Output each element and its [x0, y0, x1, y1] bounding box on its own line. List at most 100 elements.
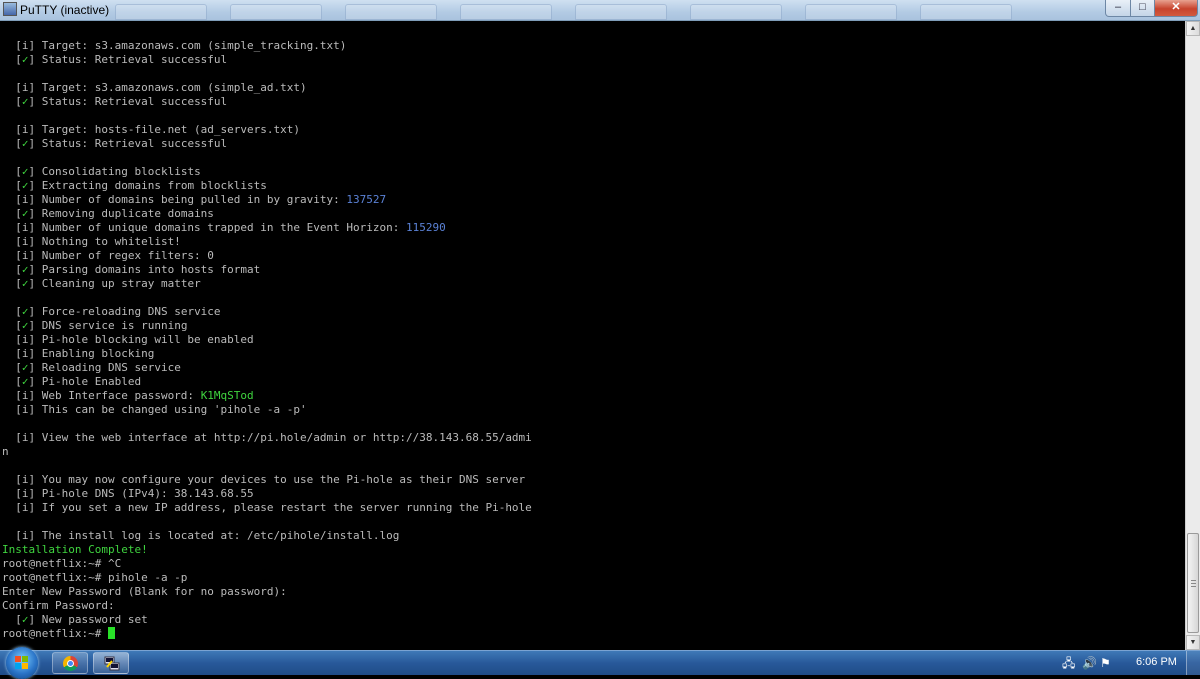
scroll-down-arrow-icon[interactable]: ▼ — [1186, 635, 1200, 650]
terminal-text: [i] You may now configure your devices t… — [2, 473, 526, 486]
terminal-text: [ — [2, 179, 22, 192]
terminal-text: [i] The install log is located at: /etc/… — [2, 529, 400, 542]
window-title: PuTTY (inactive) — [20, 3, 110, 17]
terminal-text: [i] Number of regex filters: 0 — [2, 249, 214, 262]
terminal-text: [i] Nothing to whitelist! — [2, 235, 181, 248]
terminal-text: [i] Number of domains being pulled in by… — [2, 193, 347, 206]
flag-icon[interactable]: ⚑ — [1100, 656, 1111, 670]
taskbar-chrome-button[interactable] — [52, 652, 88, 674]
volume-icon[interactable]: 🔊 — [1082, 656, 1097, 670]
terminal-text: 137527 — [346, 193, 387, 206]
terminal-line: [i] If you set a new IP address, please … — [2, 501, 532, 515]
terminal-line: [✓] Cleaning up stray matter — [2, 277, 532, 291]
grip-line — [1191, 586, 1196, 587]
minimize-button[interactable]: – — [1105, 0, 1131, 17]
terminal-text: [i] Enabling blocking — [2, 347, 155, 360]
terminal-line: [i] Target: s3.amazonaws.com (simple_tra… — [2, 39, 532, 53]
taskbar-putty-button[interactable] — [93, 652, 129, 674]
background-tab — [805, 4, 897, 20]
terminal-text: [i] If you set a new IP address, please … — [2, 501, 532, 514]
terminal-text: [i] This can be changed using 'pihole -a… — [2, 403, 307, 416]
terminal-line: root@netflix:~# ^C — [2, 557, 532, 571]
terminal-text: [i] Web Interface password: — [2, 389, 201, 402]
terminal-line: [✓] Status: Retrieval successful — [2, 137, 532, 151]
terminal-text: [ — [2, 137, 22, 150]
terminal-text: ] DNS service is running — [28, 319, 188, 332]
scroll-up-arrow-icon[interactable]: ▲ — [1186, 21, 1200, 36]
system-tray: 🖧 🔊 ⚑ — [1056, 651, 1200, 675]
terminal-line: [✓] Status: Retrieval successful — [2, 95, 532, 109]
terminal-text: ] Consolidating blocklists — [28, 165, 201, 178]
maximize-button[interactable]: □ — [1130, 0, 1155, 17]
terminal-line: [i] Nothing to whitelist! — [2, 235, 532, 249]
terminal-text: ] Removing duplicate domains — [28, 207, 214, 220]
terminal-text: Confirm Password: — [2, 599, 115, 612]
putty-app-icon[interactable] — [3, 2, 17, 16]
background-tab — [920, 4, 1012, 20]
vertical-scrollbar[interactable]: ▲ ▼ — [1185, 21, 1200, 650]
terminal-text: [i] Pi-hole blocking will be enabled — [2, 333, 254, 346]
grip-line — [1191, 580, 1196, 581]
terminal-output[interactable]: [i] Target: s3.amazonaws.com (simple_tra… — [0, 21, 1185, 650]
terminal-text: [ — [2, 53, 22, 66]
terminal-text: n — [2, 445, 9, 458]
terminal-line: root@netflix:~# — [2, 627, 532, 641]
terminal-text: [i] Target: s3.amazonaws.com (simple_ad.… — [2, 81, 307, 94]
terminal-text: [ — [2, 613, 22, 626]
terminal-text: [ — [2, 165, 22, 178]
background-tab — [115, 4, 207, 20]
terminal-text: root@netflix:~# pihole -a -p — [2, 571, 188, 584]
terminal-text: [i] Target: s3.amazonaws.com (simple_tra… — [2, 39, 347, 52]
show-desktop-button[interactable] — [1186, 651, 1200, 675]
terminal-text: Enter New Password (Blank for no passwor… — [2, 585, 287, 598]
terminal-text: ✓ — [21, 263, 29, 276]
background-tab — [345, 4, 437, 20]
terminal-text: ] Extracting domains from blocklists — [28, 179, 267, 192]
terminal-text: ✓ — [21, 375, 29, 388]
terminal-text: ✓ — [21, 305, 29, 318]
terminal-text: [i] Number of unique domains trapped in … — [2, 221, 406, 234]
terminal-line: [i] Number of domains being pulled in by… — [2, 193, 532, 207]
terminal-text: [ — [2, 207, 22, 220]
start-button[interactable] — [6, 647, 38, 679]
terminal-text: [ — [2, 361, 22, 374]
terminal-text: ] Force-reloading DNS service — [28, 305, 221, 318]
terminal-text: ✓ — [21, 277, 29, 290]
putty-icon — [104, 656, 120, 671]
terminal-text: ] Status: Retrieval successful — [28, 95, 228, 108]
chrome-icon — [63, 656, 78, 671]
window-title-bar[interactable]: PuTTY (inactive) – □ ✕ — [0, 0, 1200, 21]
terminal-line: Enter New Password (Blank for no passwor… — [2, 585, 532, 599]
terminal-text: root@netflix:~# ^C — [2, 557, 122, 570]
background-tab — [460, 4, 552, 20]
terminal-text: [i] Pi-hole DNS (IPv4): 38.143.68.55 — [2, 487, 254, 500]
terminal-line: [✓] Consolidating blocklists — [2, 165, 532, 179]
terminal-text: root@netflix:~# — [2, 627, 108, 640]
terminal-text: ] Parsing domains into hosts format — [28, 263, 261, 276]
terminal-line: [i] View the web interface at http://pi.… — [2, 431, 532, 445]
network-icon[interactable]: 🖧 — [1062, 656, 1075, 670]
terminal-text: ] New password set — [28, 613, 148, 626]
scrollbar-thumb[interactable] — [1187, 533, 1199, 633]
terminal-text: ✓ — [21, 179, 29, 192]
taskbar-clock[interactable]: 6:06 PM — [1136, 656, 1177, 668]
terminal-line: [i] Target: s3.amazonaws.com (simple_ad.… — [2, 81, 532, 95]
terminal-text: [ — [2, 277, 22, 290]
terminal-line: [✓] New password set — [2, 613, 532, 627]
terminal-line: [i] Web Interface password: K1MqSTod — [2, 389, 532, 403]
close-button[interactable]: ✕ — [1154, 0, 1198, 17]
terminal-text: Installation Complete! — [2, 543, 148, 556]
terminal-text: ✓ — [21, 207, 29, 220]
terminal-text: ] Reloading DNS service — [28, 361, 181, 374]
terminal-line: [✓] DNS service is running — [2, 319, 532, 333]
background-tab — [230, 4, 322, 20]
terminal-line: [✓] Parsing domains into hosts format — [2, 263, 532, 277]
terminal-text: ✓ — [21, 361, 29, 374]
terminal-text: ] Pi-hole Enabled — [28, 375, 142, 388]
